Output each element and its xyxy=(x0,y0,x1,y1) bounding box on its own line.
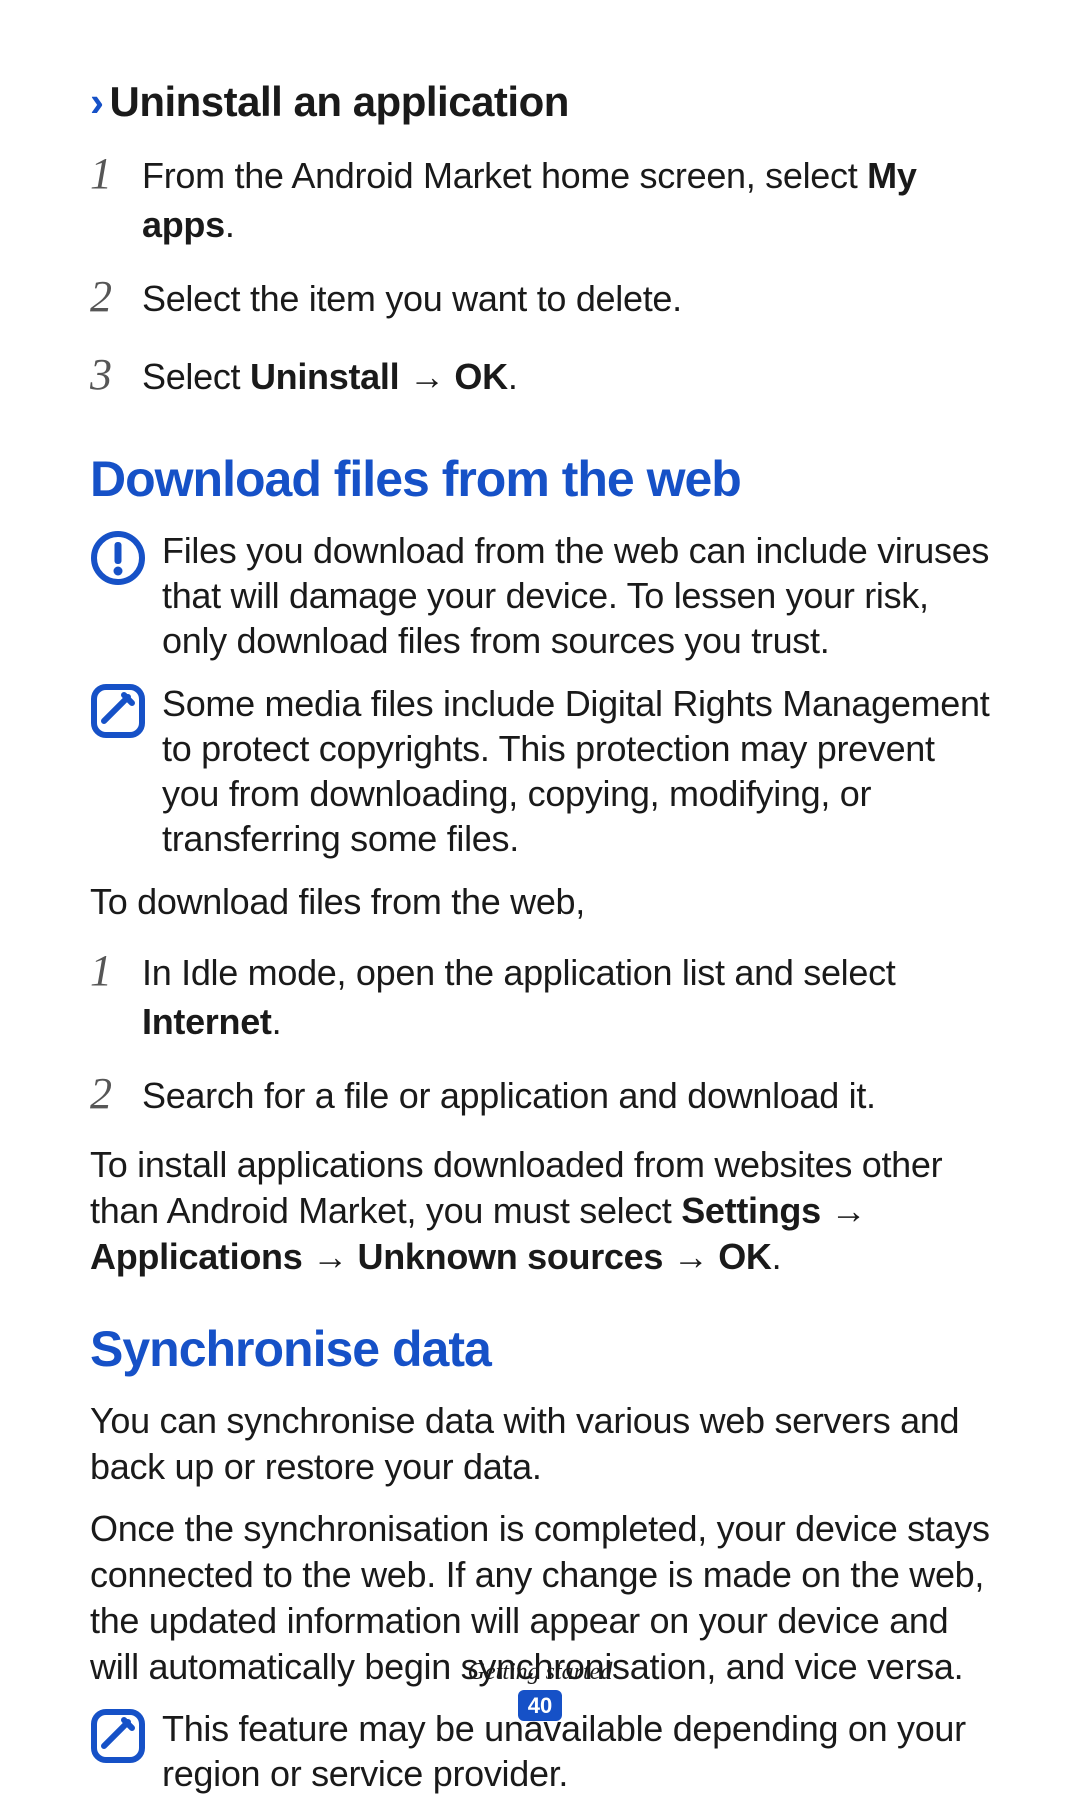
step-3: 3 Select Uninstall → OK. xyxy=(90,345,990,404)
warning-text: Files you download from the web can incl… xyxy=(162,528,990,663)
step-2: 2 Search for a file or application and d… xyxy=(90,1064,990,1123)
step-number: 1 xyxy=(90,941,142,1000)
section-heading-download: Download files from the web xyxy=(90,450,990,508)
step-text: Select Uninstall → OK. xyxy=(142,353,990,402)
step-2: 2 Select the item you want to delete. xyxy=(90,267,990,326)
page-number: 40 xyxy=(518,1690,562,1721)
caret-icon: › xyxy=(90,78,104,125)
chapter-name: Getting started xyxy=(0,1659,1080,1686)
step-1: 1 From the Android Market home screen, s… xyxy=(90,144,990,249)
step-number: 2 xyxy=(90,1064,142,1123)
page-footer: Getting started 40 xyxy=(0,1659,1080,1721)
step-1: 1 In Idle mode, open the application lis… xyxy=(90,941,990,1046)
download-intro: To download files from the web, xyxy=(90,879,990,925)
step-number: 3 xyxy=(90,345,142,404)
note-callout: Some media files include Digital Rights … xyxy=(90,681,990,861)
step-number: 1 xyxy=(90,144,142,203)
sub-heading-text: Uninstall an application xyxy=(110,78,569,125)
step-text: Select the item you want to delete. xyxy=(142,275,990,324)
sync-paragraph-1: You can synchronise data with various we… xyxy=(90,1398,990,1490)
section-heading-sync: Synchronise data xyxy=(90,1320,990,1378)
install-note: To install applications downloaded from … xyxy=(90,1142,990,1280)
step-number: 2 xyxy=(90,267,142,326)
note-icon xyxy=(90,681,162,739)
warning-icon xyxy=(90,528,162,586)
step-text: From the Android Market home screen, sel… xyxy=(142,152,990,249)
step-text: Search for a file or application and dow… xyxy=(142,1072,990,1121)
step-text: In Idle mode, open the application list … xyxy=(142,949,990,1046)
sub-heading-uninstall: ›Uninstall an application xyxy=(90,78,990,126)
warning-callout: Files you download from the web can incl… xyxy=(90,528,990,663)
note-text: Some media files include Digital Rights … xyxy=(162,681,990,861)
manual-page: ›Uninstall an application 1 From the And… xyxy=(0,0,1080,1796)
